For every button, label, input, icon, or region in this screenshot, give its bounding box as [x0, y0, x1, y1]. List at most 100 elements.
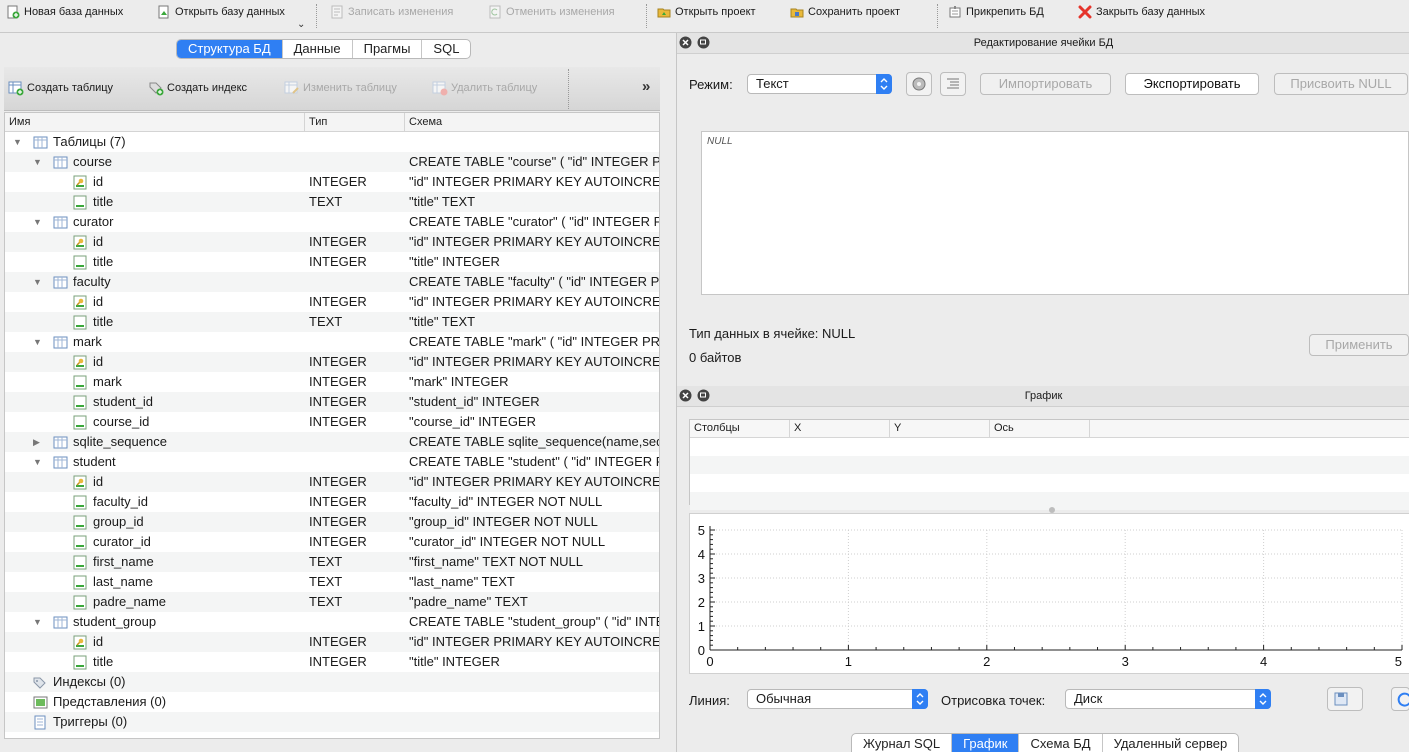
tree-row[interactable]: Индексы (0) [5, 672, 659, 692]
expand-arrow-icon[interactable]: ▼ [33, 272, 42, 292]
tree-row[interactable]: padre_name TEXT "padre_name" TEXT [5, 592, 659, 612]
open-database-button[interactable]: Открыть базу данных [157, 3, 285, 21]
tree-row[interactable]: title TEXT "title" TEXT [5, 192, 659, 212]
tab-sql[interactable]: SQL [422, 40, 470, 58]
set-null-button[interactable]: Присвоить NULL [1274, 73, 1408, 95]
close-icon[interactable] [679, 36, 692, 49]
close-database-button[interactable]: Закрыть базу данных [1078, 3, 1205, 21]
column-header-type[interactable]: Тип [305, 113, 405, 131]
create-table-button[interactable]: Создать таблицу [8, 80, 113, 96]
tree-row[interactable]: faculty_id INTEGER "faculty_id" INTEGER NO… [5, 492, 659, 512]
tree-row[interactable]: id INTEGER "id" INTEGER PRIMARY KEY AUTOIN… [5, 472, 659, 492]
tree-row[interactable]: ▼ curator CREATE TABLE "curator" ( "id" IN… [5, 212, 659, 232]
tree-row[interactable]: ▼ mark CREATE TABLE "mark" ( "id" INTEGER … [5, 332, 659, 352]
tab-sql-log[interactable]: Журнал SQL [852, 734, 953, 752]
tree-row[interactable]: curator_id INTEGER "curator_id" INTEGER NO… [5, 532, 659, 552]
column-header-x[interactable]: X [790, 420, 890, 437]
point-shape-label: Отрисовка точек: [941, 693, 1046, 708]
float-window-icon[interactable] [697, 389, 710, 402]
import-button[interactable]: Импортировать [980, 73, 1111, 95]
tree-item-name: curator [73, 214, 114, 229]
float-window-icon[interactable] [697, 36, 710, 49]
bottom-dock-tabs: Журнал SQL График Схема БД Удаленный сер… [851, 733, 1240, 752]
write-changes-button[interactable]: Записать изменения [330, 3, 453, 21]
tree-row[interactable]: title TEXT "title" TEXT [5, 312, 659, 332]
table-icon [53, 615, 68, 630]
tree-row[interactable]: Представления (0) [5, 692, 659, 712]
tree-row[interactable]: ▼ Таблицы (7) [5, 132, 659, 152]
save-project-icon [790, 8, 804, 18]
auto-format-button[interactable] [906, 72, 932, 96]
tree-row[interactable]: title INTEGER "title" INTEGER [5, 252, 659, 272]
create-index-label: Создать индекс [167, 82, 248, 94]
tab-data[interactable]: Данные [283, 40, 353, 58]
line-type-select[interactable]: Обычная [747, 689, 928, 709]
point-shape-select[interactable]: Диск [1065, 689, 1271, 709]
attach-database-button[interactable]: Прикрепить БД [948, 3, 1044, 21]
tree-row[interactable]: group_id INTEGER "group_id" INTEGER NOT NU… [5, 512, 659, 532]
delete-table-button[interactable]: Удалить таблицу [432, 80, 537, 96]
more-actions-icon[interactable]: » [642, 78, 650, 95]
revert-changes-button[interactable]: Отменить изменения [488, 3, 615, 21]
tab-remote[interactable]: Удаленный сервер [1103, 734, 1239, 752]
export-button[interactable]: Экспортировать [1125, 73, 1259, 95]
tree-row[interactable]: id INTEGER "id" INTEGER PRIMARY KEY AUTOIN… [5, 352, 659, 372]
tab-plot[interactable]: График [952, 734, 1020, 752]
close-icon[interactable] [679, 389, 692, 402]
tree-row[interactable]: last_name TEXT "last_name" TEXT [5, 572, 659, 592]
tree-row[interactable]: id INTEGER "id" INTEGER PRIMARY KEY AUTOIN… [5, 292, 659, 312]
word-wrap-button[interactable] [940, 72, 966, 96]
expand-arrow-icon[interactable]: ▼ [33, 152, 42, 172]
tree-row[interactable]: ▼ student CREATE TABLE "student" ( "id" IN… [5, 452, 659, 472]
tree-row[interactable]: course_id INTEGER "course_id" INTEGER [5, 412, 659, 432]
tree-row[interactable]: ▶ sqlite_sequence CREATE TABLE sqlite_sequ… [5, 432, 659, 452]
save-plot-button[interactable] [1327, 687, 1363, 711]
expand-arrow-icon[interactable]: ▼ [33, 452, 42, 472]
chevron-down-icon[interactable]: ⌄ [297, 19, 305, 30]
attach-database-label: Прикрепить БД [966, 6, 1044, 18]
tree-row[interactable]: ▼ course CREATE TABLE "course" ( "id" INTE… [5, 152, 659, 172]
table-row[interactable] [690, 474, 1409, 492]
tree-row[interactable]: Триггеры (0) [5, 712, 659, 732]
expand-arrow-icon[interactable]: ▼ [33, 612, 42, 632]
column-header-name[interactable]: Имя [5, 113, 305, 131]
create-index-button[interactable]: Создать индекс [148, 80, 247, 96]
table-icon [53, 455, 68, 470]
refresh-icon [1397, 692, 1409, 707]
tree-row[interactable]: ▼ faculty CREATE TABLE "faculty" ( "id" IN… [5, 272, 659, 292]
plot-columns-table: Столбцы X Y Ось [689, 419, 1409, 510]
save-project-button[interactable]: Сохранить проект [790, 3, 900, 21]
tab-db-schema[interactable]: Схема БД [1019, 734, 1103, 752]
tree-row[interactable]: first_name TEXT "first_name" TEXT NOT NULL [5, 552, 659, 572]
tree-row[interactable]: id INTEGER "id" INTEGER PRIMARY KEY AUTOIN… [5, 632, 659, 652]
tree-row[interactable]: ▼ student_group CREATE TABLE "student_grou… [5, 612, 659, 632]
modify-table-button[interactable]: Изменить таблицу [284, 80, 397, 96]
expand-arrow-icon[interactable]: ▼ [13, 132, 22, 152]
tree-item-type: TEXT [309, 554, 343, 569]
new-database-button[interactable]: Новая база данных [6, 3, 123, 21]
column-header-schema[interactable]: Схема [405, 113, 659, 131]
x-tick-label: 5 [1395, 654, 1402, 669]
tree-row[interactable]: id INTEGER "id" INTEGER PRIMARY KEY AUTOIN… [5, 172, 659, 192]
mode-select[interactable]: Текст [747, 74, 892, 94]
toolbar-divider [568, 69, 569, 109]
expand-arrow-icon[interactable]: ▼ [33, 332, 42, 352]
expand-arrow-icon[interactable]: ▼ [33, 212, 42, 232]
tab-pragmas[interactable]: Прагмы [353, 40, 423, 58]
refresh-plot-button[interactable] [1391, 687, 1409, 711]
column-header-y[interactable]: Y [890, 420, 990, 437]
table-row[interactable] [690, 438, 1409, 456]
table-row[interactable] [690, 456, 1409, 474]
cell-editor-textarea[interactable]: NULL [701, 131, 1409, 295]
apply-button[interactable]: Применить [1309, 334, 1409, 356]
tab-structure[interactable]: Структура БД [177, 40, 283, 58]
tree-row[interactable]: student_id INTEGER "student_id" INTEGER [5, 392, 659, 412]
column-header-columns[interactable]: Столбцы [690, 420, 790, 437]
column-header-axis[interactable]: Ось [990, 420, 1090, 437]
tree-row[interactable]: id INTEGER "id" INTEGER PRIMARY KEY AUTOIN… [5, 232, 659, 252]
plot-canvas[interactable]: 0 1 2 3 4 5 0 1 2 3 4 5 [689, 513, 1409, 674]
tree-row[interactable]: title INTEGER "title" INTEGER [5, 652, 659, 672]
tree-row[interactable]: mark INTEGER "mark" INTEGER [5, 372, 659, 392]
collapse-arrow-icon[interactable]: ▶ [33, 432, 40, 452]
open-project-button[interactable]: Открыть проект [657, 3, 756, 21]
